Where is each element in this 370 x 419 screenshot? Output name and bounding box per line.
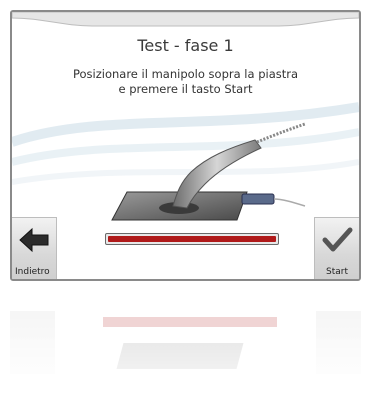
instruction-text: Posizionare il manipolo sopra la piastra… [52, 67, 319, 97]
back-button-label: Indietro [15, 267, 50, 277]
progress-bar-fill [108, 236, 276, 242]
reflection-fade [10, 330, 361, 419]
device-screen: Test - fase 1 Posizionare il manipolo so… [10, 10, 361, 281]
progress-bar-reflection [103, 317, 277, 327]
start-button[interactable]: Start [314, 217, 359, 279]
instruction-line-1: Posizionare il manipolo sopra la piastra [72, 67, 299, 81]
instruction-line-2: e premere il tasto Start [118, 82, 253, 96]
back-button[interactable]: Indietro [12, 217, 57, 279]
handpiece-on-plate-illustration [111, 122, 306, 221]
progress-bar [105, 233, 279, 245]
checkmark-icon [322, 227, 353, 252]
arrow-left-icon [19, 227, 49, 253]
page-title: Test - fase 1 [137, 36, 234, 55]
start-button-label: Start [326, 267, 348, 277]
